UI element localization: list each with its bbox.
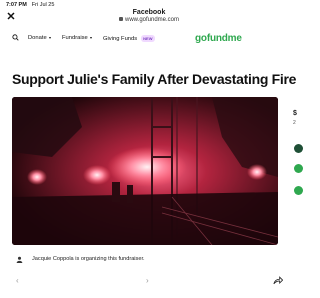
browser-title: Facebook [132, 9, 166, 16]
nav-fundraise[interactable]: Fundraise [62, 35, 92, 41]
campaign-image [12, 97, 278, 245]
url-text: www.gofundme.com [124, 17, 180, 23]
nav-giving-funds-label: Giving Funds [103, 35, 138, 42]
forward-arrow-icon[interactable]: › [146, 276, 149, 285]
nav-donate[interactable]: Donate [28, 35, 51, 41]
chevron-down-icon [89, 37, 92, 39]
donor-avatar [294, 144, 303, 153]
back-arrow-icon[interactable]: ‹ [16, 276, 19, 285]
search-icon[interactable] [12, 34, 19, 41]
site-nav: Donate Fundraise Giving Funds NEW gofund… [0, 30, 298, 46]
share-icon[interactable] [273, 276, 283, 285]
chevron-down-icon [48, 37, 51, 39]
organizer-text: Jacquie Coppola is organizing this fundr… [32, 256, 145, 262]
goal-text: 2 [293, 120, 296, 126]
person-icon [16, 256, 23, 263]
browser-header: ✕ Facebook www.gofundme.com [0, 8, 298, 27]
amount-raised: $ [293, 110, 297, 117]
fire-scene [12, 97, 278, 245]
organizer-info: Jacquie Coppola is organizing this fundr… [16, 254, 145, 264]
nav-donate-label: Donate [28, 35, 47, 41]
lock-icon [118, 17, 123, 21]
share-button[interactable] [294, 164, 303, 173]
url-bar[interactable]: www.gofundme.com [0, 17, 298, 23]
nav-giving-funds[interactable]: Giving Funds NEW [103, 35, 155, 42]
donate-button[interactable] [294, 186, 303, 195]
nav-fundraise-label: Fundraise [62, 35, 88, 41]
gofundme-logo[interactable]: gofundme [195, 33, 242, 44]
new-badge: NEW [141, 35, 155, 42]
campaign-title: Support Julie's Family After Devastating… [12, 71, 297, 87]
donation-panel: $ 2 [289, 100, 303, 290]
